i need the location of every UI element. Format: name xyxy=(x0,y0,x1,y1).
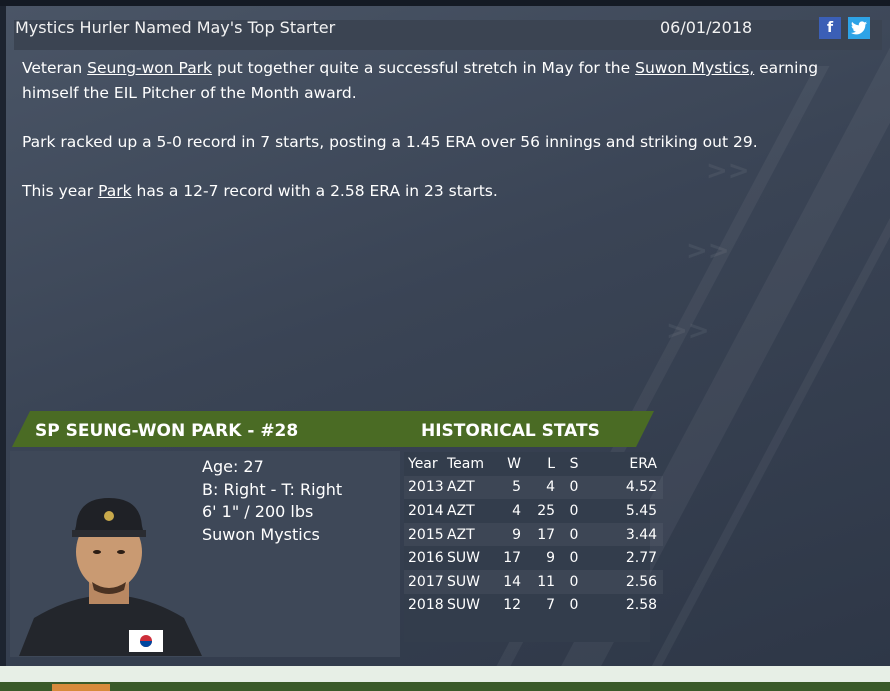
col-w: W xyxy=(507,455,522,472)
col-l: L xyxy=(547,455,556,472)
article-paragraph-2: Park racked up a 5-0 record in 7 starts,… xyxy=(22,133,758,151)
table-row: 2018 SUW 12 7 0 2.58 xyxy=(408,597,658,614)
stats-header-row: Year Team W L S ERA xyxy=(404,452,663,476)
player-bats-throws: B: Right - T: Right xyxy=(202,479,343,499)
player-portrait[interactable] xyxy=(14,490,204,656)
col-year: Year xyxy=(408,455,438,472)
player-team: Suwon Mystics xyxy=(202,524,320,544)
player-height-weight: 6' 1" / 200 lbs xyxy=(202,502,314,521)
facebook-icon: f xyxy=(826,20,834,36)
twitter-share-button[interactable] xyxy=(848,17,870,39)
col-era: ERA xyxy=(629,455,658,472)
article-paragraph-3: This year Park has a 12-7 record with a … xyxy=(22,182,498,200)
twitter-icon xyxy=(851,21,867,35)
facebook-share-button[interactable]: f xyxy=(819,17,841,39)
player-link[interactable]: Seung-won Park xyxy=(87,59,212,77)
article-paragraph-1: Veteran Seung-won Park put together quit… xyxy=(22,59,819,102)
article-body: Veteran Seung-won Park put together quit… xyxy=(22,56,822,228)
table-row: 2016 SUW 17 9 0 2.77 xyxy=(408,550,658,567)
player-link-short[interactable]: Park xyxy=(98,182,132,200)
table-row: 2017 SUW 14 11 0 2.56 xyxy=(404,569,664,594)
table-row: 2015 AZT 9 17 0 3.44 xyxy=(404,522,664,547)
news-date: 06/01/2018 xyxy=(660,18,753,37)
headline: Mystics Hurler Named May's Top Starter xyxy=(15,18,336,37)
col-s: S xyxy=(569,455,579,472)
table-row: 2014 AZT 4 25 0 5.45 xyxy=(408,502,658,519)
historical-stats-title: HISTORICAL STATS xyxy=(421,421,600,441)
col-team: Team xyxy=(447,455,485,472)
footer-bar xyxy=(0,682,890,691)
table-row: 2013 AZT 5 4 0 4.52 xyxy=(404,475,664,500)
player-age: Age: 27 xyxy=(202,457,264,476)
player-bio: Age: 27 B: Right - T: Right 6' 1" / 200 … xyxy=(202,456,342,546)
historical-stats-table: Year Team W L S ERA 2013 AZT 5 4 0 4.52 2014 A… xyxy=(404,452,664,617)
player-card-title[interactable]: SP SEUNG-WON PARK - #28 xyxy=(35,421,298,441)
team-link[interactable]: Suwon Mystics, xyxy=(635,59,754,77)
footer-tab[interactable] xyxy=(52,684,110,691)
